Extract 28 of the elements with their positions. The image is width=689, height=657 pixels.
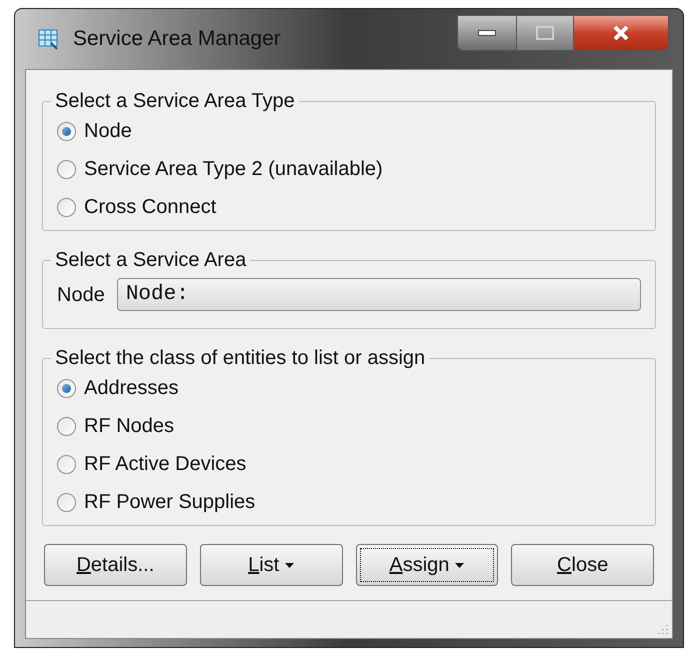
radio-label: RF Nodes <box>84 414 174 439</box>
window-title: Service Area Manager <box>73 26 281 52</box>
close-button[interactable] <box>573 15 669 51</box>
resize-grip-icon <box>658 624 668 634</box>
caret-icon <box>455 562 464 568</box>
dialog-button[interactable]: List <box>200 544 342 586</box>
close-icon <box>612 24 630 42</box>
radio-label: RF Active Devices <box>84 452 246 477</box>
radio-label: RF Power Supplies <box>84 490 256 515</box>
maximize-button[interactable] <box>517 15 573 51</box>
radio-button[interactable] <box>57 160 76 178</box>
radio-button[interactable] <box>57 378 76 398</box>
radio-button[interactable] <box>57 454 76 474</box>
radio-label: Addresses <box>84 376 178 401</box>
radio-button[interactable] <box>57 122 76 140</box>
node-field[interactable]: Node: <box>116 278 641 311</box>
field-label: Node <box>57 282 105 308</box>
caret-icon <box>285 562 294 568</box>
dialog-button[interactable]: Close <box>511 544 654 586</box>
radio-label: Cross Connect <box>84 195 216 220</box>
dialog-button[interactable]: Assign <box>356 544 498 586</box>
radio-button[interactable] <box>57 198 76 216</box>
radio-label: Service Area Type 2 (unavailable) <box>84 157 383 182</box>
radio-label: Node <box>84 119 132 144</box>
radio-button[interactable] <box>57 492 76 512</box>
dialog-button[interactable]: Details... <box>44 544 187 586</box>
radio-button[interactable] <box>57 416 76 436</box>
minimize-button[interactable] <box>457 15 517 51</box>
